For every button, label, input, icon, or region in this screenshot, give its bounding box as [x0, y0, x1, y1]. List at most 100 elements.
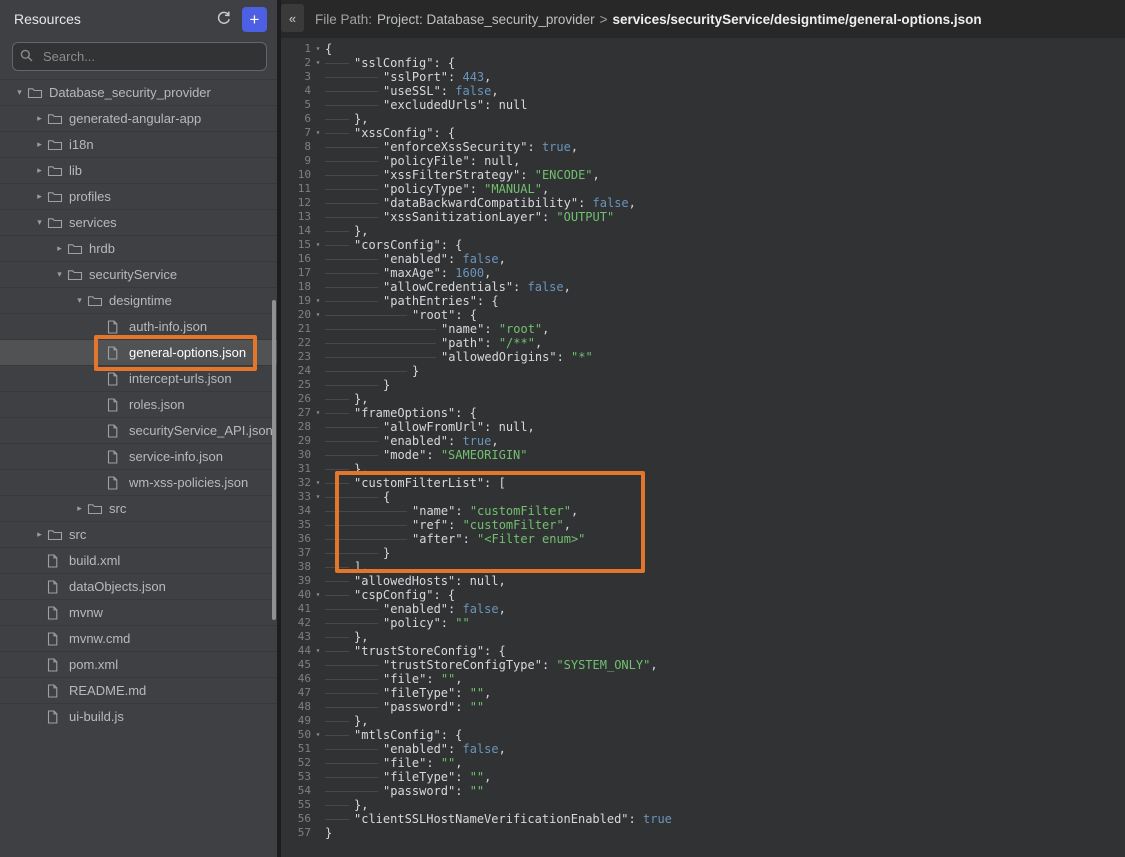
chevron-right-icon[interactable]: ▸	[32, 139, 47, 150]
code-editor[interactable]: 1▾{2▾"sslConfig": {3"sslPort": 443,4"use…	[281, 38, 1125, 857]
fold-toggle-icon[interactable]: ▾	[311, 238, 325, 252]
chevron-right-icon[interactable]: ▸	[52, 243, 67, 254]
tree-item-src[interactable]: ▸src	[0, 495, 277, 521]
token-p: :	[448, 742, 462, 756]
refresh-icon	[216, 10, 232, 29]
tree-item-dataObjects.json[interactable]: dataObjects.json	[0, 573, 277, 599]
file-icon	[47, 580, 64, 594]
tree-item-src[interactable]: ▸src	[0, 521, 277, 547]
fold-toggle-icon[interactable]: ▾	[311, 476, 325, 490]
fold-toggle-icon[interactable]: ▾	[311, 406, 325, 420]
indent-guide	[325, 714, 354, 728]
token-p: :	[441, 266, 455, 280]
token-str: "root"	[499, 322, 542, 336]
gutter: 4	[281, 84, 325, 98]
gutter: 42	[281, 616, 325, 630]
tree-item-profiles[interactable]: ▸profiles	[0, 183, 277, 209]
tree-item-generated-angular-app[interactable]: ▸ generated-angular-app	[0, 105, 277, 131]
fold-toggle-icon[interactable]: ▾	[311, 42, 325, 56]
refresh-button[interactable]	[214, 9, 234, 29]
chevron-down-icon[interactable]: ▾	[52, 269, 67, 280]
tree-item-mvnw.cmd[interactable]: mvnw.cmd	[0, 625, 277, 651]
token-str: "customFilter"	[470, 504, 571, 518]
token-k: "policy"	[383, 616, 441, 630]
fold-toggle-icon[interactable]: ▾	[311, 294, 325, 308]
chevron-down-icon[interactable]: ▾	[32, 217, 47, 228]
add-button[interactable]: +	[242, 7, 267, 32]
tree-item-auth-info.json[interactable]: auth-info.json	[0, 313, 277, 339]
folder-icon	[87, 503, 104, 515]
code-text: "enabled": true,	[325, 434, 499, 448]
chevron-right-icon[interactable]: ▸	[32, 529, 47, 540]
indent-guide	[325, 238, 354, 252]
chevron-right-icon[interactable]: ▸	[72, 503, 87, 514]
gutter: 33▾	[281, 490, 325, 504]
token-k: "clientSSLHostNameVerificationEnabled"	[354, 812, 629, 826]
tree-item-i18n[interactable]: ▸i18n	[0, 131, 277, 157]
chevron-down-icon[interactable]: ▾	[12, 87, 27, 98]
token-p: : {	[433, 56, 455, 70]
indent-guide	[325, 350, 441, 364]
tree-item-Database_security_provider[interactable]: ▾Database_security_provider	[0, 79, 277, 105]
tree-item-README.md[interactable]: README.md	[0, 677, 277, 703]
fold-toggle-icon[interactable]: ▾	[311, 644, 325, 658]
fold-toggle-icon[interactable]: ▾	[311, 126, 325, 140]
code-line: 21"name": "root",	[281, 322, 1125, 336]
tree-item-label: generated-angular-app	[64, 111, 201, 126]
code-line: 42"policy": ""	[281, 616, 1125, 630]
tree-item-intercept-urls.json[interactable]: intercept-urls.json	[0, 365, 277, 391]
gutter: 29	[281, 434, 325, 448]
code-text: "trustStoreConfigType": "SYSTEM_ONLY",	[325, 658, 658, 672]
fold-toggle-icon[interactable]: ▾	[311, 588, 325, 602]
tree-item-general-options.json[interactable]: general-options.json	[0, 339, 277, 365]
token-p: :	[448, 70, 462, 84]
fold-spacer	[311, 392, 325, 406]
file-tree: ▾Database_security_provider ▸ generated-an…	[0, 79, 277, 729]
indent-guide	[325, 616, 383, 630]
fold-toggle-icon[interactable]: ▾	[311, 56, 325, 70]
tree-item-lib[interactable]: ▸lib	[0, 157, 277, 183]
tree-item-hrdb[interactable]: ▸hrdb	[0, 235, 277, 261]
line-number: 20	[281, 308, 311, 322]
tree-item-services[interactable]: ▾services	[0, 209, 277, 235]
tree-item-mvnw[interactable]: mvnw	[0, 599, 277, 625]
sidebar-scrollbar[interactable]	[272, 300, 276, 620]
tree-item-roles.json[interactable]: roles.json	[0, 391, 277, 417]
code-text: },	[325, 630, 368, 644]
indent-guide	[325, 574, 354, 588]
fold-spacer	[311, 70, 325, 84]
tree-item-securityService[interactable]: ▾securityService	[0, 261, 277, 287]
fold-toggle-icon[interactable]: ▾	[311, 308, 325, 322]
tree-item-wm-xss-policies.json[interactable]: wm-xss-policies.json	[0, 469, 277, 495]
code-line: 56"clientSSLHostNameVerificationEnabled"…	[281, 812, 1125, 826]
chevron-right-icon[interactable]: ▸	[32, 191, 47, 202]
tree-item-label: dataObjects.json	[64, 579, 166, 594]
indent-guide	[325, 56, 354, 70]
gutter: 25	[281, 378, 325, 392]
token-bool: false	[462, 252, 498, 266]
search-input[interactable]	[12, 42, 267, 71]
chevron-right-icon[interactable]: ▸	[32, 113, 47, 124]
token-num: 443	[462, 70, 484, 84]
tree-item-service-info.json[interactable]: service-info.json	[0, 443, 277, 469]
tree-item-securityService_API.json[interactable]: securityService_API.json	[0, 417, 277, 443]
chevron-right-icon[interactable]: ▸	[32, 165, 47, 176]
fold-toggle-icon[interactable]: ▾	[311, 728, 325, 742]
token-p: ,	[513, 154, 520, 168]
code-text: "path": "/**",	[325, 336, 542, 350]
tree-item-build.xml[interactable]: build.xml	[0, 547, 277, 573]
tree-item-designtime[interactable]: ▾designtime	[0, 287, 277, 313]
code-line: 13"xssSanitizationLayer": "OUTPUT"	[281, 210, 1125, 224]
resources-panel: Resources +	[0, 0, 277, 857]
token-str: "SAMEORIGIN"	[441, 448, 528, 462]
tree-item-label: pom.xml	[64, 657, 118, 672]
tree-item-pom.xml[interactable]: pom.xml	[0, 651, 277, 677]
tree-item-ui-build.js[interactable]: ui-build.js	[0, 703, 277, 729]
collapse-sidebar-button[interactable]: «	[281, 4, 304, 32]
gutter: 13	[281, 210, 325, 224]
chevron-down-icon[interactable]: ▾	[72, 295, 87, 306]
code-text: {	[325, 490, 390, 504]
tree-item-label: wm-xss-policies.json	[124, 475, 248, 490]
fold-toggle-icon[interactable]: ▾	[311, 490, 325, 504]
gutter: 11	[281, 182, 325, 196]
